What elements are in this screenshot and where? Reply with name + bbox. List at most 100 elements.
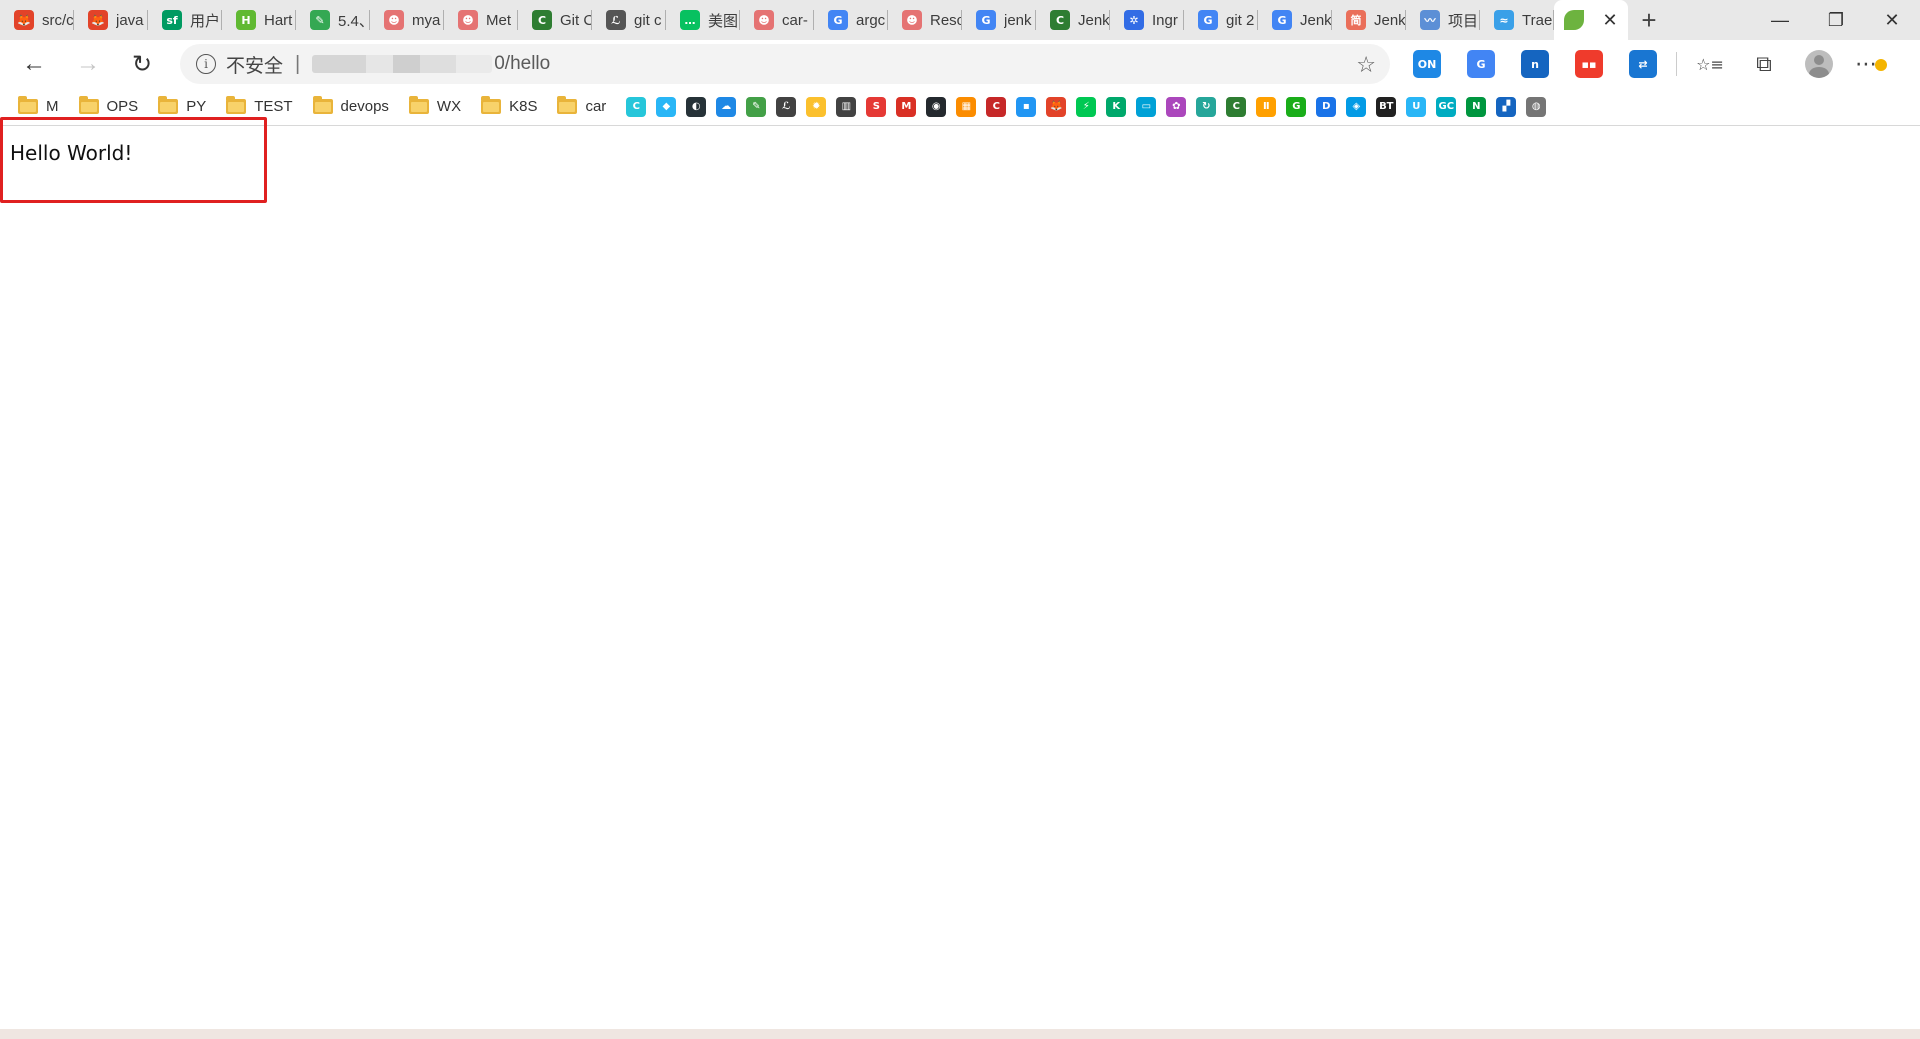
tab[interactable]: Gjenk [962,0,1036,40]
bookmark-folder[interactable]: K8S [481,96,537,115]
tab-label: mya [412,11,441,29]
k-green-icon[interactable]: K [1106,96,1127,117]
bookmark-folder[interactable]: WX [408,96,461,115]
n-blue-extension-icon[interactable]: n [1521,50,1549,78]
gc-icon[interactable]: GC [1436,96,1457,117]
tab-strip: 🦊src/c🦊javasf用户HHart✎5.4、☻mya☻MetCGit Cℒ… [0,0,1920,40]
leaf-icon[interactable]: ✎ [746,96,767,117]
toolbar-divider [1676,52,1677,76]
sync-tabs-icon[interactable]: ⇄ [1629,50,1657,78]
highlight-box [0,117,267,203]
gear-icon[interactable]: ✹ [806,96,827,117]
collections-icon[interactable]: ⧉ [1750,50,1778,78]
tab[interactable]: ☻ Resc [888,0,962,40]
new-tab-button[interactable]: + [1628,0,1670,40]
tab[interactable]: Gargc [814,0,888,40]
bookmark-folder[interactable]: OPS [78,96,139,115]
tab[interactable]: C Jenk [1036,0,1110,40]
book-icon[interactable]: ▥ [836,96,857,117]
yuque-icon[interactable]: ℒ [776,96,797,117]
gmail-icon[interactable]: M [896,96,917,117]
tab[interactable]: ☻ mya [370,0,444,40]
orange-grid-icon[interactable]: ▦ [956,96,977,117]
lightning-icon[interactable]: ⚡ [1076,96,1097,117]
tab-label: jenk [1004,11,1032,29]
address-bar[interactable]: i 不安全 | 0/hello ☆ [180,44,1390,84]
d-blue-icon[interactable]: D [1316,96,1337,117]
restore-button[interactable]: ❐ [1808,0,1864,40]
bookmark-folder[interactable]: devops [312,96,389,115]
info-icon[interactable]: i [196,54,216,74]
c-circle-icon[interactable]: C [626,96,647,117]
close-tab-icon[interactable]: ✕ [1600,10,1620,30]
cloud-icon[interactable]: ☁ [716,96,737,117]
url-text[interactable]: 0/hello [494,53,550,75]
reload-button[interactable]: ↻ [122,44,162,84]
yellow-blue-icon[interactable]: ▞ [1496,96,1517,117]
tab[interactable]: ✲ Ingr [1110,0,1184,40]
gitlab-icon[interactable]: 🦊 [1046,96,1067,117]
bars-icon[interactable]: Ⅱ [1256,96,1277,117]
c-red-icon[interactable]: C [986,96,1007,117]
bookmark-star-icon[interactable]: ☆ [1356,52,1376,78]
bookmark-folder[interactable]: TEST [226,96,293,115]
globe-icon[interactable]: ◍ [1526,96,1547,117]
security-label[interactable]: 不安全 [226,51,283,78]
tab[interactable]: … 美图 [666,0,740,40]
settings-menu-icon[interactable]: ⋯ [1855,51,1887,77]
bookmark-folder-label: OPS [106,98,139,115]
github-icon[interactable]: ◉ [926,96,947,117]
tab-active[interactable]: ✕ [1554,0,1628,40]
red-extension-icon[interactable]: ▪▪ [1575,50,1603,78]
n-green-icon[interactable]: N [1466,96,1487,117]
bookmark-folder[interactable]: car [557,96,607,115]
close-window-button[interactable]: ✕ [1864,0,1920,40]
tab-list: 🦊src/c🦊javasf用户HHart✎5.4、☻mya☻MetCGit Cℒ… [0,0,1670,40]
window-controls: — ❐ ✕ [1752,0,1920,40]
tab[interactable]: ✎ 5.4、 [296,0,370,40]
tab[interactable]: C Git C [518,0,592,40]
forward-button[interactable]: → [68,44,108,84]
c-green-icon[interactable]: C [1226,96,1247,117]
red-app-icon[interactable]: S [866,96,887,117]
bookmark-folder-label: PY [186,98,207,115]
tab[interactable]: 🦊 src/c [0,0,74,40]
tab[interactable]: Ggit 2 [1184,0,1258,40]
bookmark-folder-label: M [46,98,59,115]
diamond-icon[interactable]: ◆ [656,96,677,117]
tab[interactable]: 简 Jenk [1332,0,1406,40]
color-circles-icon[interactable]: ✿ [1166,96,1187,117]
shield-blue-icon[interactable]: ◈ [1346,96,1367,117]
refresh-green-icon[interactable]: ↻ [1196,96,1217,117]
tab[interactable]: ℒgit c [592,0,666,40]
favorites-icon[interactable]: ☆≡ [1696,50,1724,78]
minimize-button[interactable]: — [1752,0,1808,40]
tab-label: argc [856,11,886,29]
menu-glyph: ⋯ [1855,51,1877,76]
back-button[interactable]: ← [14,44,54,84]
tv-icon[interactable]: ▭ [1136,96,1157,117]
u-blue-icon[interactable]: U [1406,96,1427,117]
tab[interactable]: 🦊 java [74,0,148,40]
tab[interactable]: ☻ car- [740,0,814,40]
gitlab-icon: 🦊 [14,10,34,30]
tab-label: Jenk [1300,11,1332,29]
g-green-icon[interactable]: G [1286,96,1307,117]
translate-icon[interactable]: G [1467,50,1495,78]
tab[interactable]: ≈ Trae [1480,0,1554,40]
on-extension-icon[interactable]: ON [1413,50,1441,78]
blue-square-icon[interactable]: ▪ [1016,96,1037,117]
tab[interactable]: ☻ Met [444,0,518,40]
profile-avatar[interactable] [1805,50,1833,78]
tab[interactable]: H Hart [222,0,296,40]
bookmark-folder[interactable]: PY [158,96,207,115]
tab[interactable]: sf 用户 [148,0,222,40]
tab[interactable]: 〰项目 [1406,0,1480,40]
tab[interactable]: G Jenk [1258,0,1332,40]
bt-icon[interactable]: BT [1376,96,1397,117]
extensions-area: ON Gn ▪▪ ⇄ ☆≡ ⧉ ⋯ [1400,44,1887,84]
folder-icon [312,96,333,114]
rabbit-icon[interactable]: ◐ [686,96,707,117]
bookmark-folder[interactable]: M [18,96,59,115]
bookmark-folder-label: car [585,98,607,115]
